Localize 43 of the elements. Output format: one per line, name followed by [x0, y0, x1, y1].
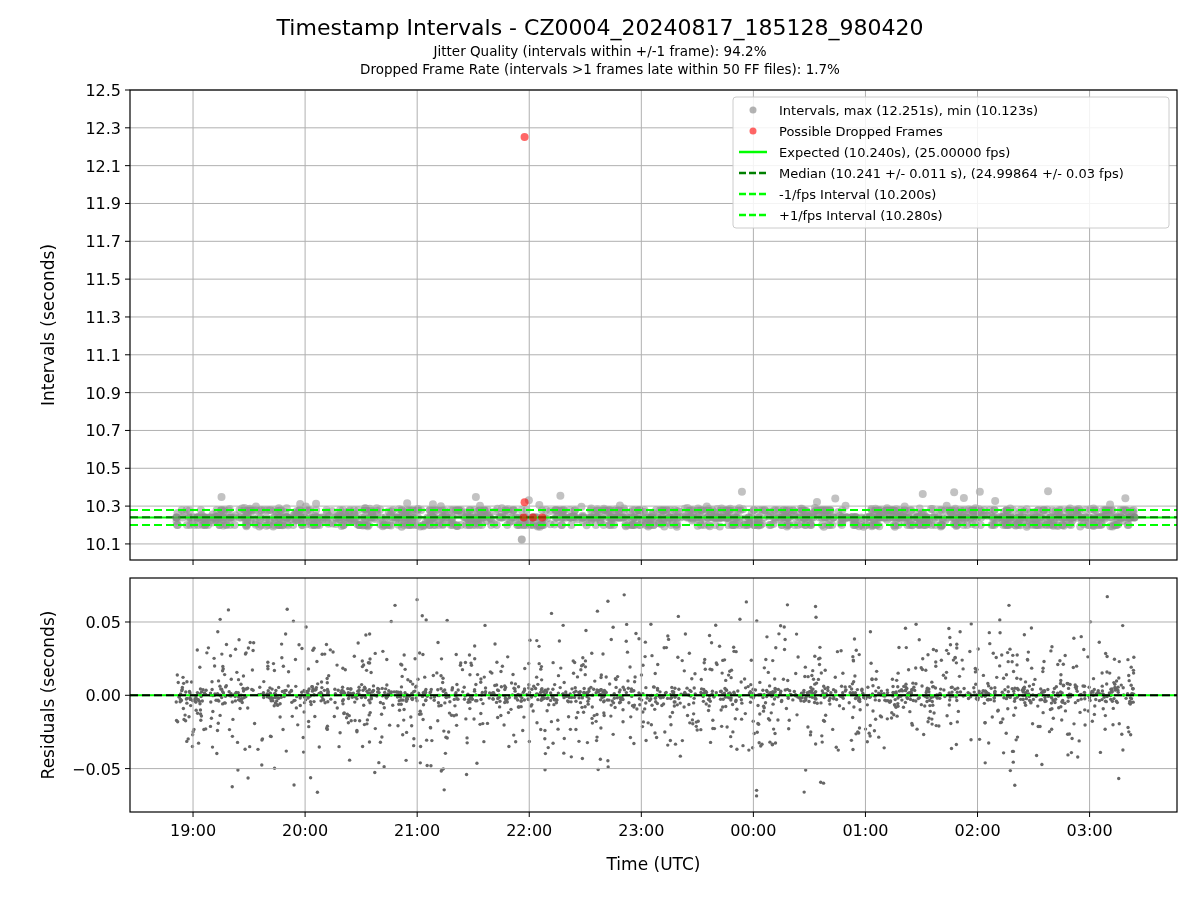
y-axis-label: Residuals (seconds) — [38, 610, 58, 780]
legend-line-icon — [739, 213, 767, 217]
y-tick-label: 11.5 — [85, 270, 121, 290]
chart-title: Timestamp Intervals - CZ0004_20240817_185128_980420 — [276, 14, 924, 42]
chart-subtitle: Dropped Frame Rate (intervals >1 frames late within 50 FF files): 1.7% — [360, 60, 840, 78]
legend-label: +1/fps Interval (10.280s) — [779, 207, 943, 223]
y-tick-label: 10.1 — [85, 534, 121, 554]
legend-label: Intervals, max (12.251s), min (10.123s) — [779, 102, 1038, 118]
legend-marker-icon — [749, 106, 757, 114]
x-tick-label: 02:00 — [954, 821, 1001, 840]
x-tick-label: 19:00 — [170, 821, 217, 840]
y-tick-label: 0.00 — [85, 686, 121, 706]
y-tick-label: 11.9 — [85, 194, 121, 214]
chart-subtitle: Jitter Quality (intervals within +/-1 frame): 94.2% — [433, 42, 767, 60]
x-axis-label: Time (UTC) — [606, 854, 701, 874]
y-tick-label: 12.3 — [85, 118, 121, 138]
legend-line-icon — [739, 192, 767, 196]
legend-label: Median (10.241 +/- 0.011 s), (24.99864 +/- 0.03 fps) — [779, 165, 1124, 181]
y-axis-label: Intervals (seconds) — [38, 243, 58, 407]
y-tick-label: 12.5 — [85, 81, 121, 100]
legend-label: Expected (10.240s), (25.00000 fps) — [779, 144, 1011, 160]
y-tick-label: 11.1 — [85, 345, 121, 365]
y-tick-label: 12.1 — [85, 156, 121, 176]
y-tick-label: 0.05 — [85, 613, 121, 632]
y-tick-label: 11.7 — [85, 232, 121, 252]
y-tick-label: −0.05 — [71, 759, 121, 779]
legend-label: Possible Dropped Frames — [779, 123, 943, 139]
y-tick-label: 10.9 — [85, 383, 121, 403]
x-tick-label: 22:00 — [506, 821, 553, 840]
x-tick-label: 03:00 — [1066, 821, 1113, 840]
legend-line-icon — [739, 171, 767, 175]
legend-label: -1/fps Interval (10.200s) — [779, 186, 937, 202]
x-tick-label: 01:00 — [842, 821, 889, 840]
y-tick-label: 10.3 — [85, 497, 121, 517]
x-tick-label: 21:00 — [394, 821, 441, 840]
x-tick-label: 23:00 — [618, 821, 665, 840]
y-tick-label: 10.7 — [85, 421, 121, 441]
x-tick-label: 00:00 — [730, 821, 777, 840]
x-tick-label: 20:00 — [282, 821, 329, 840]
legend-marker-icon — [749, 127, 757, 135]
legend-line-icon — [739, 150, 767, 154]
y-tick-label: 11.3 — [85, 307, 121, 327]
y-tick-label: 10.5 — [85, 459, 121, 479]
